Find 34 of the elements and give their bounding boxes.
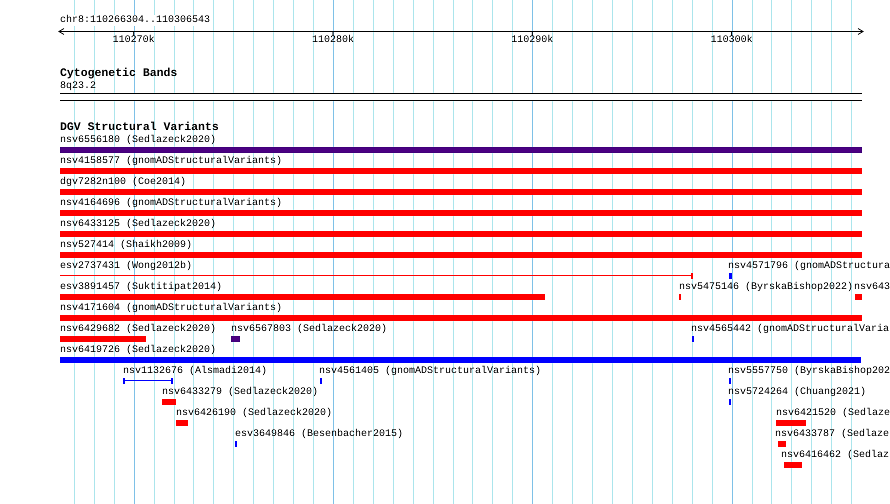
band-label: 8q23.2: [60, 81, 96, 92]
variant-label[interactable]: nsv6426190 (Sedlazeck2020): [176, 408, 332, 419]
variant-label[interactable]: esv2737431 (Wong2012b): [60, 261, 192, 272]
variant-label[interactable]: nsv6556180 (Sedlazeck2020): [60, 135, 216, 146]
variant-label[interactable]: nsv6433279 (Sedlazeck2020): [162, 387, 318, 398]
variant-label[interactable]: nsv643: [854, 282, 890, 293]
variant-label[interactable]: nsv4561405 (gnomADStructuralVariants): [319, 366, 542, 377]
variant-label[interactable]: nsv4565442 (gnomADStructuralVaria: [691, 324, 890, 335]
variant-label[interactable]: nsv5557750 (ByrskaBishop202: [728, 366, 890, 377]
variant-label[interactable]: nsv4171604 (gnomADStructuralVariants): [60, 303, 282, 314]
track-title: DGV Structural Variants: [60, 121, 219, 134]
variant-label[interactable]: esv3891457 (Suktitipat2014): [60, 282, 222, 293]
track-title: Cytogenetic Bands: [60, 67, 178, 80]
variant-label[interactable]: nsv6433125 (Sedlazeck2020): [60, 219, 216, 230]
variant-label[interactable]: nsv527414 (Shaikh2009): [60, 240, 192, 251]
variant-label[interactable]: nsv6421520 (Sedlaze: [776, 408, 890, 419]
variant-label[interactable]: nsv6433787 (Sedlaze: [775, 429, 890, 440]
ruler-tick-label: 110300k: [710, 35, 754, 46]
variant-label[interactable]: nsv4158577 (gnomADStructuralVariants): [60, 156, 282, 167]
variant-label[interactable]: dgv7282n100 (Coe2014): [60, 177, 186, 188]
position-label: chr8:110266304..110306543: [60, 15, 210, 26]
variant-label[interactable]: nsv4571796 (gnomADStructura: [728, 261, 890, 272]
ruler-tick-label: 110290k: [510, 35, 554, 46]
variant-label[interactable]: nsv6416462 (Sedlaz: [781, 450, 890, 461]
variant-label[interactable]: nsv6429682 (Sedlazeck2020): [60, 324, 216, 335]
variant-label[interactable]: nsv5724264 (Chuang2021): [728, 387, 866, 398]
ruler-tick-label: 110270k: [112, 35, 156, 46]
variant-label[interactable]: esv3649846 (Besenbacher2015): [235, 429, 404, 440]
variant-label[interactable]: nsv1132676 (Alsmadi2014): [123, 366, 268, 377]
ruler-tick-label: 110280k: [310, 35, 355, 46]
variant-label[interactable]: nsv5475146 (ByrskaBishop2022): [679, 282, 854, 293]
variant-label[interactable]: nsv6567803 (Sedlazeck2020): [231, 324, 388, 335]
variant-label[interactable]: nsv6419726 (Sedlazeck2020): [60, 345, 216, 356]
variant-label[interactable]: nsv4164696 (gnomADStructuralVariants): [60, 198, 282, 209]
